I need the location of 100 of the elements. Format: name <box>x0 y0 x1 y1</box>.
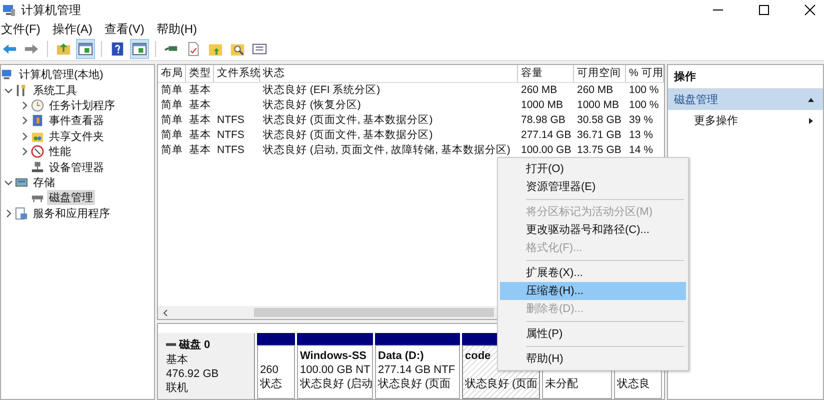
partition-status: 状态良好 (启动 <box>300 377 373 391</box>
partition-block[interactable]: 260 状态 <box>257 345 295 399</box>
actions-section-header[interactable]: 磁盘管理 <box>668 89 823 110</box>
column-header[interactable]: 可用空间 <box>574 65 626 82</box>
table-cell: 1000 MB <box>521 99 564 111</box>
table-cell: 状态良好 (恢复分区) <box>263 99 361 111</box>
table-cell: 13 % <box>629 129 653 141</box>
partition-size: 260 <box>260 363 278 377</box>
partition-status: 未分配 <box>545 377 578 391</box>
table-cell: 简单 <box>161 99 183 111</box>
scroll-left-icon[interactable] <box>162 308 170 316</box>
expander-chevron-icon[interactable] <box>20 116 29 126</box>
table-cell: 100 % <box>629 99 659 111</box>
section-title: 磁盘管理 <box>674 93 718 107</box>
table-cell: 13.75 GB <box>577 144 622 156</box>
column-header[interactable]: 状态 <box>260 65 518 82</box>
menu-item[interactable]: 文件(F) <box>1 20 40 38</box>
perf-icon <box>31 145 44 158</box>
expander-chevron-icon[interactable] <box>4 208 13 218</box>
tree-item[interactable]: 服务和应用程序 <box>31 206 112 221</box>
table-cell: 基本 <box>189 114 211 126</box>
disk-name: 磁盘 0 <box>179 338 210 352</box>
tree-item[interactable]: 系统工具 <box>31 82 79 98</box>
partition-name: Windows-SS <box>300 349 367 363</box>
expander-chevron-icon[interactable] <box>4 178 13 187</box>
tree-item[interactable]: 磁盘管理 <box>47 190 95 206</box>
close-icon[interactable] <box>804 4 816 16</box>
expander-chevron-icon[interactable] <box>20 132 29 141</box>
partition-block[interactable]: Windows-SS 100.00 GB NT 状态良好 (启动 <box>297 345 373 399</box>
table-cell: 1000 MB <box>577 99 620 111</box>
table-cell: 基本 <box>189 99 211 111</box>
table-cell: 基本 <box>189 129 211 141</box>
table-cell: 100.00 GB <box>521 144 572 156</box>
column-header[interactable]: % 可用 <box>626 65 664 82</box>
menu-item[interactable]: 压缩卷(H)... <box>500 282 686 300</box>
menu-item[interactable]: 资源管理器(E) <box>500 178 686 196</box>
maximize-icon[interactable] <box>758 4 770 16</box>
tree-item[interactable]: 性能 <box>47 144 73 160</box>
submenu-arrow-icon <box>807 116 815 124</box>
storage-icon <box>15 176 28 189</box>
computer-icon <box>2 3 16 17</box>
partition-status: 状态良好 (页面 <box>378 377 451 391</box>
table-cell: 简单 <box>161 129 183 141</box>
event-icon <box>31 114 44 128</box>
expander-chevron-icon[interactable] <box>20 100 29 110</box>
partition-name: code <box>465 349 491 363</box>
tree-item[interactable]: 存储 <box>31 174 57 190</box>
tree-item[interactable]: 设备管理器 <box>47 160 106 175</box>
table-cell: 基本 <box>189 144 211 156</box>
table-cell: 基本 <box>189 84 211 96</box>
menu-item[interactable]: 属性(P) <box>500 325 686 343</box>
tools-icon <box>15 84 28 97</box>
table-cell: 状态良好 (页面文件, 基本数据分区) <box>263 129 433 141</box>
table-cell: NTFS <box>217 129 244 141</box>
table-cell: 30.58 GB <box>577 114 622 126</box>
collapse-triangle-icon[interactable] <box>807 96 815 104</box>
table-cell: 36.71 GB <box>577 129 622 141</box>
partition-size: 100.00 GB NT <box>300 363 370 377</box>
action-link[interactable]: 更多操作 <box>694 113 738 128</box>
panel-icon[interactable] <box>76 39 95 59</box>
computer-icon <box>1 68 14 82</box>
column-header[interactable]: 容量 <box>518 65 574 82</box>
table-cell: NTFS <box>217 114 244 126</box>
scroll-thumb[interactable] <box>254 308 494 317</box>
disk-status: 联机 <box>166 381 189 395</box>
table-cell: 简单 <box>161 114 183 126</box>
expander-chevron-icon[interactable] <box>4 86 13 95</box>
partition-block[interactable]: Data (D:) 277.14 GB NTF 状态良好 (页面 <box>375 345 460 399</box>
partition-size: 277.14 GB NTF <box>378 363 456 377</box>
table-cell: 260 MB <box>577 84 614 96</box>
table-cell: 状态良好 (页面文件, 基本数据分区) <box>263 114 433 126</box>
table-cell: 状态良好 (EFI 系统分区) <box>263 84 380 96</box>
tree-item[interactable]: 计算机管理(本地) <box>17 67 106 82</box>
menu-item[interactable]: 扩展卷(X)... <box>500 264 686 282</box>
table-cell: 简单 <box>161 84 183 96</box>
menu-item[interactable]: 查看(V) <box>104 20 144 38</box>
tree-item[interactable]: 事件查看器 <box>47 113 106 128</box>
menu-item[interactable]: 帮助(H) <box>156 20 197 38</box>
tree-item[interactable]: 共享文件夹 <box>47 128 106 144</box>
table-cell: 简单 <box>161 144 183 156</box>
disk-size: 476.92 GB <box>166 367 220 381</box>
window-title: 计算机管理 <box>21 2 81 18</box>
menu-item[interactable]: 操作(A) <box>52 20 92 38</box>
partition-status: 状态良 <box>617 377 650 391</box>
panel-icon[interactable] <box>130 39 149 59</box>
table-cell: 39 % <box>629 114 653 126</box>
expander-chevron-icon[interactable] <box>20 147 29 156</box>
tree-item[interactable]: 任务计划程序 <box>47 98 117 113</box>
table-cell: 277.14 GB <box>521 129 572 141</box>
column-header[interactable]: 类型 <box>186 65 214 82</box>
column-header[interactable]: 布局 <box>158 65 186 82</box>
disk-type: 基本 <box>166 353 189 367</box>
menu-item[interactable]: 更改驱动器号和路径(C)... <box>500 221 686 239</box>
device-icon <box>31 160 44 174</box>
menu-item[interactable]: 打开(O) <box>500 160 686 178</box>
table-cell: 状态良好 (启动, 页面文件, 故障转储, 基本数据分区) <box>263 144 510 156</box>
partition-status: 状态良好 (页面 <box>465 377 538 391</box>
clock-icon <box>31 98 44 112</box>
column-header[interactable]: 文件系统 <box>214 65 260 82</box>
services-icon <box>15 206 28 220</box>
